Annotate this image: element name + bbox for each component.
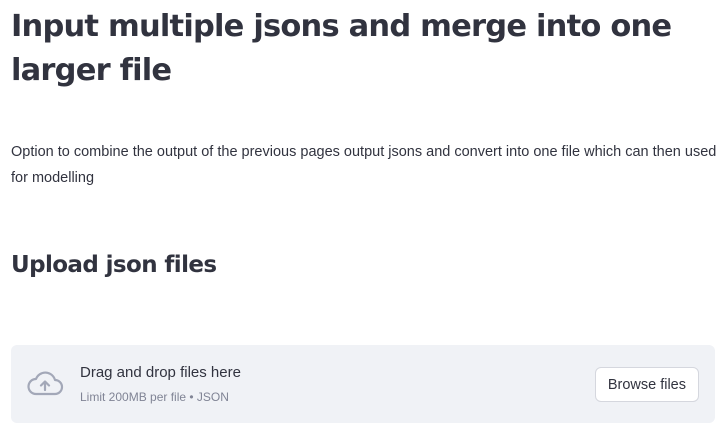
- cloud-upload-icon: [26, 367, 64, 399]
- page-title: Input multiple jsons and merge into one …: [11, 9, 672, 88]
- file-dropzone[interactable]: Drag and drop files here Limit 200MB per…: [11, 345, 715, 423]
- upload-subheader: Upload json files: [11, 252, 217, 278]
- page: Input multiple jsons and merge into one …: [0, 0, 727, 424]
- file-limit-text: Limit 200MB per file • JSON: [80, 390, 229, 404]
- dropzone-instructions: Drag and drop files here Limit 200MB per…: [80, 362, 241, 406]
- drag-drop-text: Drag and drop files here: [80, 364, 241, 381]
- browse-files-button[interactable]: Browse files: [594, 367, 699, 402]
- page-description: Option to combine the output of the prev…: [11, 144, 717, 186]
